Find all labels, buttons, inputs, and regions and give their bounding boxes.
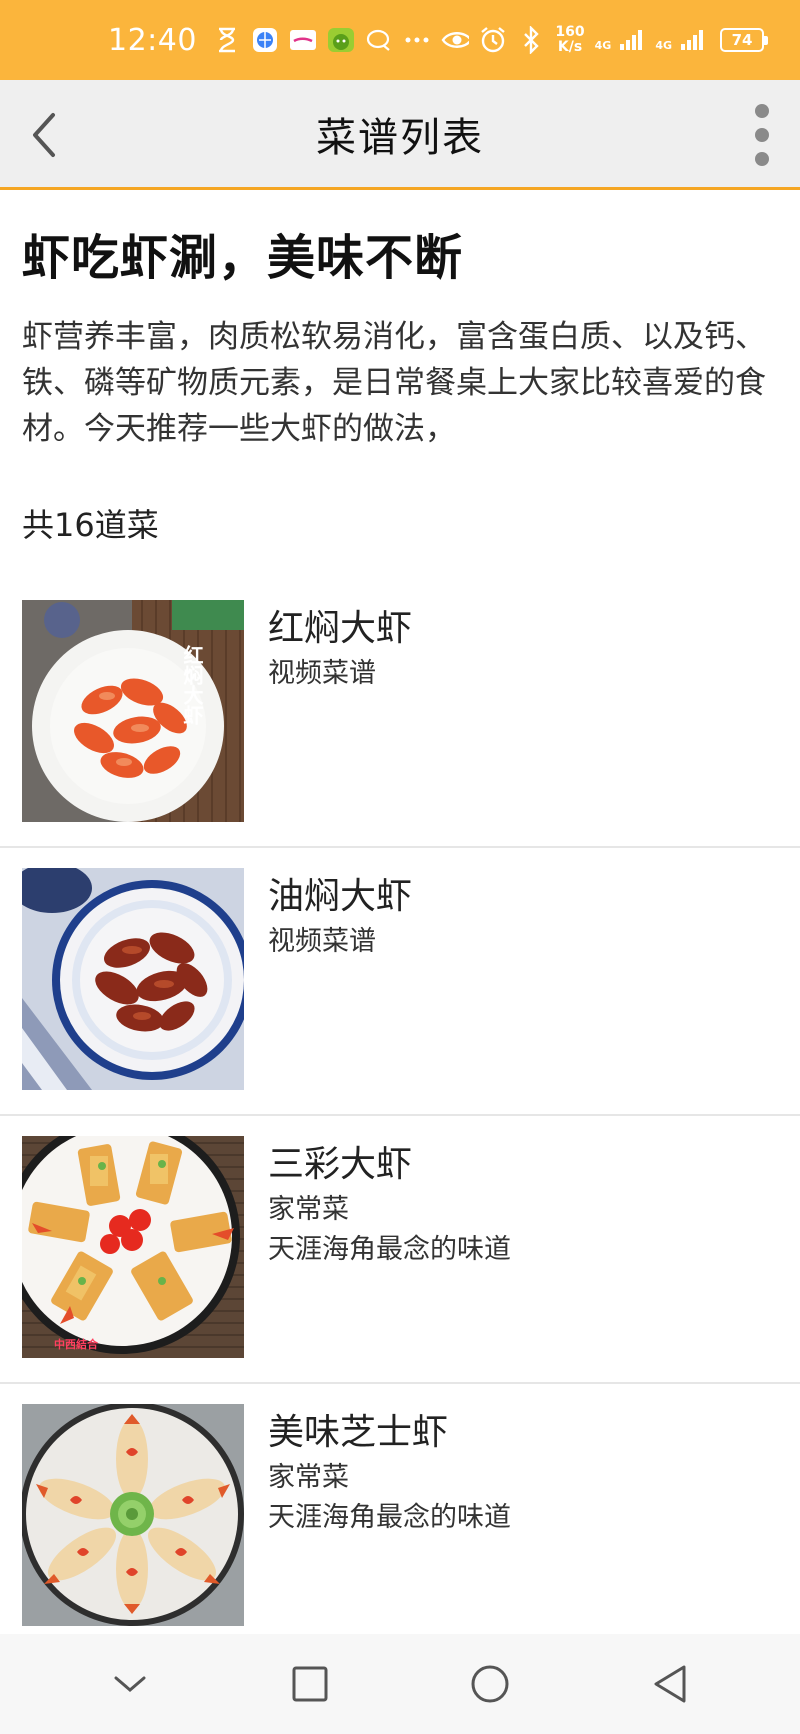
recipe-thumbnail (22, 1404, 244, 1626)
status-bar: 12:40 160 K/s 4G 4G 74 (0, 0, 800, 80)
more-dot-icon (755, 152, 769, 166)
recipe-tag: 视频菜谱 (268, 658, 376, 689)
recipe-author: 天涯海角最念的味道 (268, 1234, 511, 1265)
more-notifications-icon (403, 26, 431, 54)
nav-home-button[interactable] (455, 1649, 525, 1719)
recipe-count: 共16道菜 (22, 506, 159, 544)
recipe-item[interactable]: 油焖大虾 视频菜谱 (0, 848, 800, 1116)
chevron-down-icon (114, 1676, 146, 1692)
recipe-item[interactable]: 美味芝士虾 家常菜 天涯海角最念的味道 (0, 1384, 800, 1652)
battery-indicator: 74 (720, 28, 768, 52)
alarm-icon (479, 26, 507, 54)
collection-description[interactable]: 虾营养丰富，肉质松软易消化，富含蛋白质、以及钙、铁、磷等矿物质元素，是日常餐桌上… (22, 314, 772, 452)
network-type-1: 4G (594, 39, 612, 52)
recipe-text: 三彩大虾 家常菜 天涯海角最念的味道 (268, 1136, 511, 1270)
network-type-2: 4G (655, 39, 672, 52)
thumbnail-overlay-text: 红焖大虾 (180, 644, 204, 726)
screen: 12:40 160 K/s 4G 4G 74 菜谱列表 虾吃虾涮，美味不断 虾营… (0, 0, 800, 1734)
recipe-thumbnail (22, 868, 244, 1090)
recipe-tag: 家常菜 (268, 1194, 349, 1225)
recipe-thumbnail: 红焖大虾 (22, 600, 244, 822)
recipe-name: 红焖大虾 (268, 608, 413, 649)
recipe-text: 美味芝士虾 家常菜 天涯海角最念的味道 (268, 1404, 511, 1538)
triangle-back-icon (654, 1665, 686, 1703)
eye-icon (441, 26, 470, 54)
recipe-author: 天涯海角最念的味道 (268, 1502, 511, 1533)
recipe-name: 三彩大虾 (268, 1144, 413, 1185)
back-button[interactable] (14, 105, 74, 165)
system-nav-bar (0, 1634, 800, 1734)
mail-app-icon (289, 26, 317, 54)
nav-recents-button[interactable] (275, 1649, 345, 1719)
recipe-list: 红焖大虾 红焖大虾 视频菜谱 油焖大虾 视频菜谱 中西結合 三彩大虾 家常菜 天… (0, 580, 800, 1652)
status-left: 12:40 (108, 23, 431, 58)
recipe-name: 油焖大虾 (268, 876, 413, 917)
more-options-button[interactable] (742, 100, 782, 170)
circle-icon (471, 1665, 509, 1703)
speed-unit: K/s (557, 39, 583, 55)
thumbnail-overlay-text: 中西結合 (54, 1337, 99, 1351)
speed-value: 160 (555, 24, 585, 40)
status-right: 160 K/s 4G 4G 74 (441, 25, 768, 55)
page-title: 菜谱列表 (316, 114, 484, 161)
recipe-thumbnail: 中西結合 (22, 1136, 244, 1358)
collection-title: 虾吃虾涮，美味不断 (22, 230, 464, 286)
recipe-tag: 视频菜谱 (268, 926, 376, 957)
hourglass-icon (213, 26, 241, 54)
browser-app-icon (251, 26, 279, 54)
more-dot-icon (755, 104, 769, 118)
recipe-text: 红焖大虾 视频菜谱 (268, 600, 412, 694)
collection-intro: 虾吃虾涮，美味不断 虾营养丰富，肉质松软易消化，富含蛋白质、以及钙、铁、磷等矿物… (22, 218, 782, 452)
app-bar: 菜谱列表 (0, 80, 800, 190)
more-dot-icon (755, 128, 769, 142)
nav-collapse-button[interactable] (95, 1649, 165, 1719)
recipe-tag: 家常菜 (268, 1462, 349, 1493)
recipe-item[interactable]: 红焖大虾 红焖大虾 视频菜谱 (0, 580, 800, 848)
nav-back-button[interactable] (635, 1649, 705, 1719)
signal-icon (617, 26, 645, 54)
chevron-left-icon (33, 113, 55, 157)
network-speed: 160 K/s (555, 25, 584, 55)
android-app-icon (327, 26, 355, 54)
square-icon (292, 1666, 328, 1702)
recipe-item[interactable]: 中西結合 三彩大虾 家常菜 天涯海角最念的味道 (0, 1116, 800, 1384)
bluetooth-icon (517, 26, 545, 54)
signal-icon (678, 26, 706, 54)
recipe-text: 油焖大虾 视频菜谱 (268, 868, 412, 962)
status-time: 12:40 (108, 22, 197, 58)
chat-bubble-icon (365, 26, 393, 54)
recipe-name: 美味芝士虾 (268, 1412, 449, 1453)
